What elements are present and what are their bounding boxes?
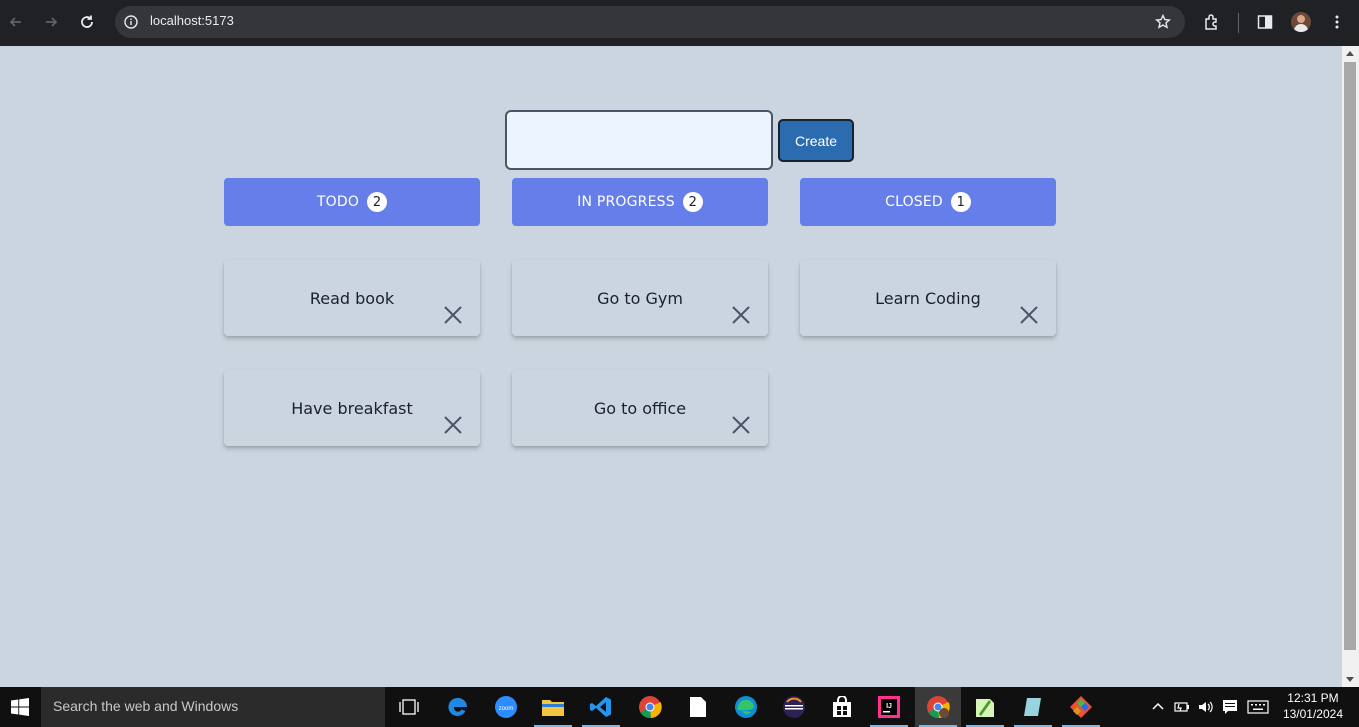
task-card[interactable]: Go to office — [512, 370, 768, 446]
eclipse-icon — [783, 696, 805, 718]
keyboard-icon[interactable] — [1247, 700, 1269, 714]
side-panel-button[interactable] — [1253, 10, 1277, 34]
task-input[interactable] — [505, 110, 773, 170]
close-icon[interactable] — [442, 304, 464, 326]
notepadpp-icon — [976, 699, 994, 717]
toolbar-divider — [1238, 13, 1239, 33]
git-icon — [1070, 696, 1092, 718]
zoom-icon: zoom — [495, 696, 517, 718]
puzzle-icon — [1205, 14, 1217, 30]
side-panel-icon — [1257, 15, 1273, 29]
forward-arrow-icon — [46, 17, 58, 27]
taskbar-app-eclipse[interactable] — [771, 687, 817, 727]
scroll-up-icon[interactable] — [1346, 51, 1354, 56]
task-view-button[interactable] — [386, 687, 432, 727]
page-viewport: Create TODO 2 IN PROGRESS 2 CLOSED 1 Rea… — [0, 46, 1342, 687]
taskbar-search-placeholder: Search the web and Windows — [53, 698, 239, 714]
column-header-todo: TODO 2 — [224, 178, 480, 226]
svg-text:IJ: IJ — [886, 703, 892, 710]
file-explorer-icon — [542, 700, 564, 716]
column-title: TODO — [316, 194, 360, 210]
taskbar-app-chrome-profile[interactable] — [915, 687, 961, 727]
task-card[interactable]: Learn Coding — [800, 260, 1056, 336]
close-icon[interactable] — [730, 304, 752, 326]
taskbar-app-zoom[interactable]: zoom — [483, 687, 529, 727]
taskbar-app-chrome[interactable] — [627, 687, 673, 727]
chrome-profile-icon — [927, 696, 950, 719]
sticky-icon — [1024, 698, 1041, 716]
close-icon[interactable] — [730, 414, 752, 436]
create-button[interactable]: Create — [778, 119, 854, 162]
taskbar-app-notepadpp[interactable] — [962, 687, 1008, 727]
clock-date: 13/01/2024 — [1282, 707, 1343, 721]
url-text: localhost:5173 — [150, 13, 234, 28]
task-card[interactable]: Read book — [224, 260, 480, 336]
taskbar-app-notepad[interactable] — [675, 687, 721, 727]
column-count-badge: 1 — [950, 192, 971, 212]
bookmark-star-icon[interactable] — [1155, 14, 1171, 30]
task-card[interactable]: Go to Gym — [512, 260, 768, 336]
store-icon — [833, 696, 851, 717]
browser-toolbar: localhost:5173 — [0, 0, 1359, 46]
back-arrow-icon — [9, 17, 21, 27]
start-button[interactable] — [0, 687, 40, 727]
profile-avatar[interactable] — [1291, 12, 1311, 32]
column-header-in-progress: IN PROGRESS 2 — [512, 178, 768, 226]
close-icon[interactable] — [1018, 304, 1040, 326]
vertical-scrollbar[interactable] — [1342, 46, 1359, 687]
taskbar-app-vscode[interactable] — [578, 687, 624, 727]
task-view-icon — [399, 699, 419, 715]
forward-button[interactable] — [37, 8, 65, 36]
reload-icon — [81, 15, 93, 28]
taskbar-app-intellij[interactable]: IJ — [866, 687, 912, 727]
clock-time: 12:31 PM — [1287, 691, 1339, 705]
column-header-closed: CLOSED 1 — [800, 178, 1056, 226]
taskbar-app-edge[interactable] — [723, 687, 769, 727]
notepad-icon — [690, 697, 706, 717]
svg-text:zoom: zoom — [499, 706, 514, 712]
volume-icon[interactable] — [1198, 700, 1214, 714]
reload-button[interactable] — [73, 8, 101, 36]
windows-taskbar: Search the web and Windows zoom IJ 12:31… — [0, 687, 1359, 727]
taskbar-app-edge-legacy[interactable] — [435, 687, 481, 727]
intellij-icon: IJ — [878, 696, 900, 718]
taskbar-search[interactable]: Search the web and Windows — [41, 687, 385, 727]
vscode-icon — [590, 697, 611, 717]
more-vertical-icon — [1335, 15, 1339, 29]
close-icon[interactable] — [442, 414, 464, 436]
tray-chevron-up-icon[interactable] — [1152, 701, 1164, 713]
windows-logo-icon — [11, 698, 29, 716]
column-title: IN PROGRESS — [577, 194, 675, 210]
column-count-badge: 2 — [367, 192, 388, 212]
battery-icon[interactable] — [1174, 700, 1190, 714]
column-title: CLOSED — [885, 194, 943, 210]
scroll-down-icon[interactable] — [1346, 677, 1354, 682]
task-card[interactable]: Have breakfast — [224, 370, 480, 446]
taskbar-clock[interactable]: 12:31 PM 13/01/2024 — [1283, 690, 1343, 722]
taskbar-app-git[interactable] — [1058, 687, 1104, 727]
chrome-icon — [639, 696, 662, 719]
site-info-icon[interactable] — [124, 15, 138, 29]
taskbar-app-sticky[interactable] — [1010, 687, 1056, 727]
column-count-badge: 2 — [682, 192, 703, 212]
back-button[interactable] — [2, 8, 30, 36]
action-center-icon[interactable] — [1222, 699, 1238, 715]
chrome-menu-button[interactable] — [1325, 10, 1349, 34]
address-bar[interactable]: localhost:5173 — [115, 6, 1185, 38]
edge-icon — [735, 696, 757, 718]
taskbar-app-store[interactable] — [819, 687, 865, 727]
taskbar-app-file-explorer[interactable] — [530, 687, 576, 727]
scrollbar-thumb[interactable] — [1344, 62, 1356, 650]
edge-legacy-icon — [448, 697, 467, 716]
extensions-button[interactable] — [1200, 10, 1224, 34]
